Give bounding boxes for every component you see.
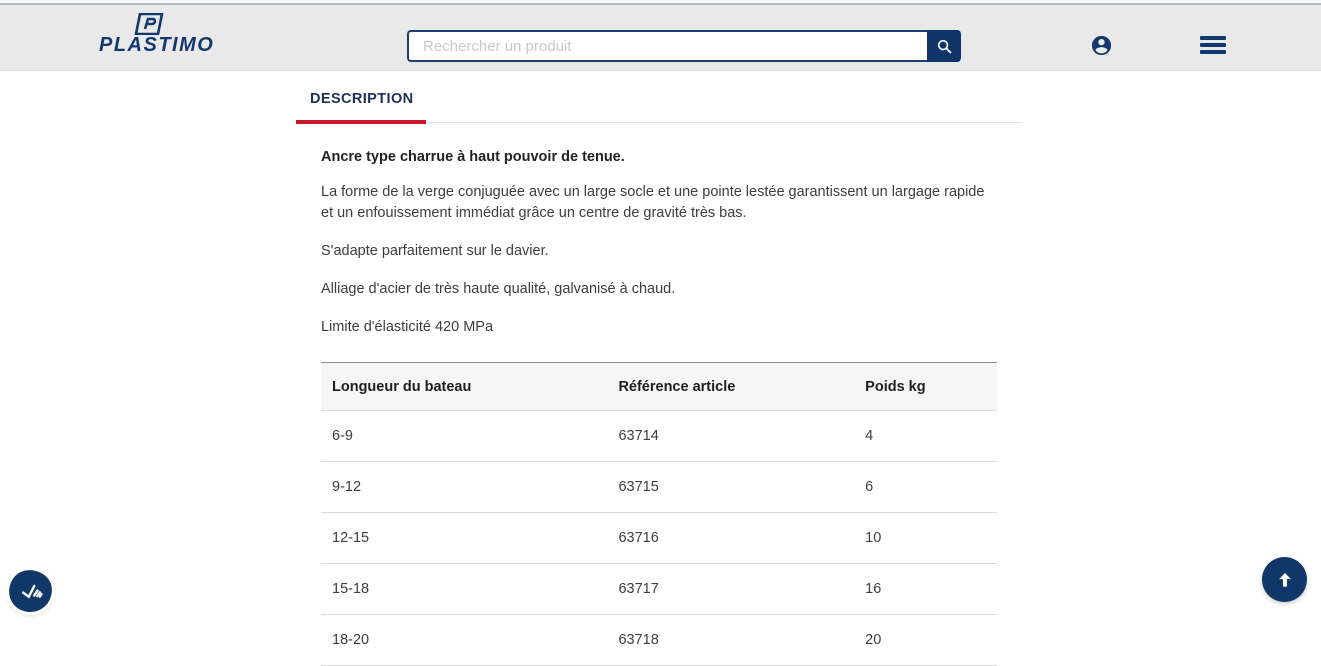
cell-longueur: 6-9 [321, 411, 618, 462]
plastimo-logo[interactable]: PLASTIMO [99, 13, 214, 55]
product-description: Ancre type charrue à haut pouvoir de ten… [321, 149, 997, 666]
tab-description[interactable]: DESCRIPTION [296, 89, 426, 124]
cell-poids: 10 [865, 513, 997, 564]
column-header-reference: Référence article [618, 363, 865, 411]
cell-reference: 63714 [618, 411, 865, 462]
cell-poids: 4 [865, 411, 997, 462]
column-header-longueur: Longueur du bateau [321, 363, 618, 411]
description-paragraph: Limite d'élasticité 420 MPa [321, 317, 997, 338]
search-button[interactable] [927, 30, 961, 62]
table-row: 15-18 63717 16 [321, 564, 997, 615]
cell-poids: 16 [865, 564, 997, 615]
description-paragraph: S'adapte parfaitement sur le davier. [321, 241, 997, 262]
site-header: PLASTIMO [0, 5, 1321, 71]
description-paragraph: La forme de la verge conjuguée avec un l… [321, 182, 997, 224]
column-header-poids: Poids kg [865, 363, 997, 411]
table-header-row: Longueur du bateau Référence article Poi… [321, 363, 997, 411]
hamburger-menu-icon [1200, 36, 1226, 40]
hamburger-menu-icon [1200, 50, 1226, 54]
cell-reference: 63718 [618, 615, 865, 666]
cell-longueur: 18-20 [321, 615, 618, 666]
cell-longueur: 9-12 [321, 462, 618, 513]
logo-text: PLASTIMO [99, 35, 214, 55]
product-spec-table: Longueur du bateau Référence article Poi… [321, 362, 997, 666]
description-lead: Ancre type charrue à haut pouvoir de ten… [321, 149, 997, 165]
cell-reference: 63717 [618, 564, 865, 615]
cookie-consent-button[interactable] [6, 567, 54, 615]
cell-reference: 63715 [618, 462, 865, 513]
search-input[interactable] [407, 30, 927, 62]
arrow-up-icon [1275, 570, 1295, 590]
plastimo-flag-icon [131, 13, 165, 35]
search-icon [936, 38, 953, 55]
scroll-to-top-button[interactable] [1262, 557, 1307, 602]
cookie-consent-check-icon [16, 576, 45, 605]
cell-poids: 20 [865, 615, 997, 666]
product-tabbar: DESCRIPTION [296, 89, 1023, 123]
cell-reference: 63716 [618, 513, 865, 564]
description-paragraph: Alliage d'acier de très haute qualité, g… [321, 279, 997, 300]
table-row: 9-12 63715 6 [321, 462, 997, 513]
table-row: 18-20 63718 20 [321, 615, 997, 666]
table-row: 6-9 63714 4 [321, 411, 997, 462]
account-icon [1090, 34, 1113, 57]
account-button[interactable] [1090, 34, 1113, 57]
table-row: 12-15 63716 10 [321, 513, 997, 564]
hamburger-menu-button[interactable] [1200, 36, 1226, 54]
search-box [407, 30, 961, 62]
hamburger-menu-icon [1200, 43, 1226, 47]
cell-longueur: 15-18 [321, 564, 618, 615]
cell-longueur: 12-15 [321, 513, 618, 564]
cell-poids: 6 [865, 462, 997, 513]
